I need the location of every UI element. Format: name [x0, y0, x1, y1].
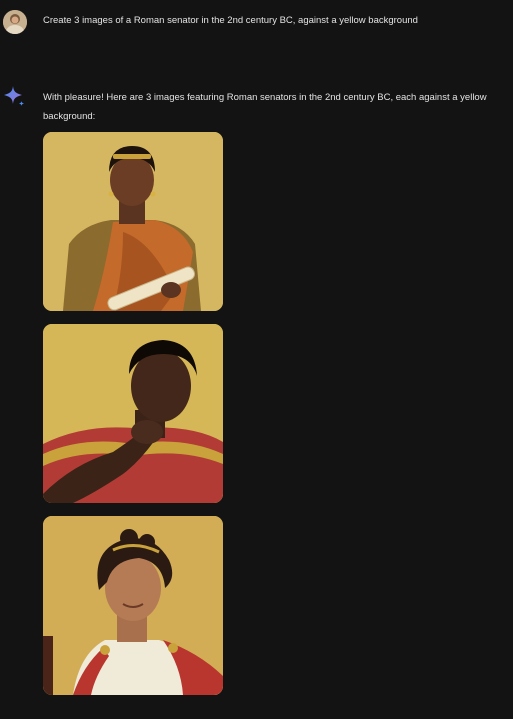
user-prompt-row: Create 3 images of a Roman senator in th… — [0, 0, 513, 40]
generated-image-2[interactable] — [43, 324, 223, 503]
user-avatar[interactable] — [3, 10, 27, 34]
generated-image-1[interactable] — [43, 132, 223, 311]
generated-image-3[interactable] — [43, 516, 223, 695]
user-prompt-text: Create 3 images of a Roman senator in th… — [43, 15, 418, 26]
assistant-reply-text: With pleasure! Here are 3 images featuri… — [43, 92, 487, 122]
gemini-sparkle-icon — [2, 84, 26, 108]
